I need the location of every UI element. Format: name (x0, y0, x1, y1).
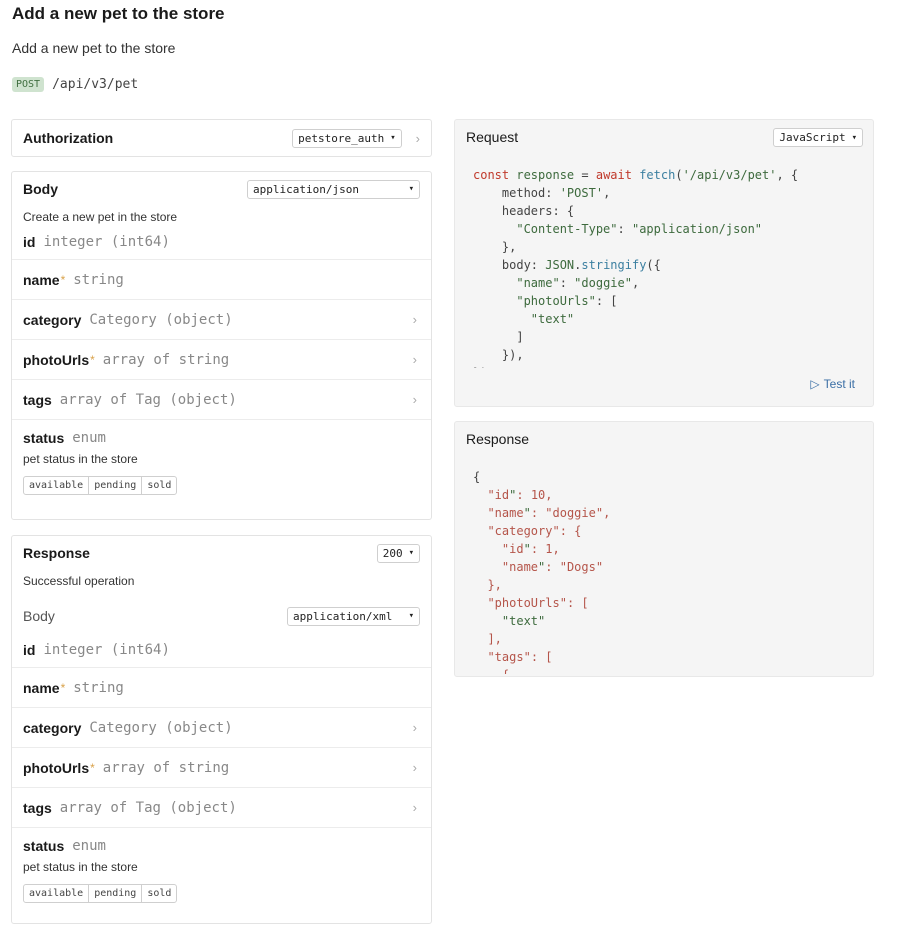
property-name: name (23, 679, 60, 696)
property-name: status (23, 430, 65, 446)
property-row-id: id integer (int64) (12, 224, 431, 260)
required-marker: * (90, 352, 95, 367)
endpoint: POST /api/v3/pet (12, 77, 138, 92)
request-code-block: const response = await fetch('/api/v3/pe… (473, 168, 799, 368)
chevron-right-icon[interactable]: › (413, 760, 417, 775)
status-code-select[interactable]: 200 ▾ (376, 543, 420, 563)
method-badge: POST (12, 77, 45, 92)
response-code-block: { "id": 10, "name": "doggie", "category"… (473, 470, 611, 674)
property-type: enum (72, 430, 106, 446)
body-card: Body application/json ▾ Create a new pet… (11, 171, 432, 520)
property-row-category[interactable]: category Category (object) › (12, 708, 431, 748)
property-type: array of string (102, 759, 230, 776)
property-type: array of Tag (object) (59, 391, 237, 408)
chevron-right-icon[interactable]: › (413, 392, 417, 407)
status-description: pet status in the store (23, 452, 138, 466)
endpoint-path: /api/v3/pet (52, 77, 139, 92)
chevron-down-icon: ▾ (851, 132, 857, 143)
property-name: id (23, 641, 36, 658)
language-select[interactable]: JavaScript ▾ (773, 128, 863, 147)
property-row-name: name * string (12, 668, 431, 708)
enum-chip: pending (89, 477, 143, 494)
property-type: string (73, 679, 124, 696)
property-name: tags (23, 391, 52, 408)
property-type: string (73, 271, 124, 288)
enum-chip: sold (147, 480, 172, 491)
property-row-category[interactable]: category Category (object) › (12, 300, 431, 340)
chevron-right-icon[interactable]: › (413, 312, 417, 327)
language-value: JavaScript (779, 131, 846, 144)
response-body-label: Body (23, 608, 55, 624)
property-row-photourls[interactable]: photoUrls * array of string › (12, 748, 431, 788)
chevron-right-icon[interactable]: › (413, 800, 417, 815)
chevron-right-icon[interactable]: › (413, 720, 417, 735)
property-type: Category (object) (89, 719, 233, 736)
auth-scheme-select[interactable]: petstore_auth ▾ (292, 128, 402, 148)
enum-values: available pending sold (23, 884, 178, 903)
chevron-right-icon[interactable]: › (413, 352, 417, 367)
auth-scheme-value: petstore_auth (298, 131, 385, 145)
property-type: Category (object) (89, 311, 233, 328)
required-marker: * (90, 760, 95, 775)
property-name: name (23, 271, 60, 288)
property-row-tags[interactable]: tags array of Tag (object) › (12, 788, 431, 828)
test-it-label: Test it (823, 377, 855, 391)
body-description: Create a new pet in the store (23, 210, 178, 224)
authorization-card[interactable]: Authorization petstore_auth ▾ › (11, 119, 432, 157)
response-card: Response 200 ▾ Successful operation Body… (11, 535, 432, 924)
property-name: tags (23, 799, 52, 816)
property-row-tags[interactable]: tags array of Tag (object) › (12, 380, 431, 420)
property-type: array of string (102, 351, 230, 368)
body-content-type-value: application/json (253, 182, 359, 196)
body-content-type-select[interactable]: application/json ▾ (247, 179, 420, 199)
response-code-panel: Response { "id": 10, "name": "doggie", "… (454, 421, 874, 677)
property-name: status (23, 838, 65, 854)
response-title: Response (23, 545, 90, 561)
request-panel-title: Request (466, 129, 519, 145)
property-row-status: status enum pet status in the store avai… (12, 420, 431, 495)
response-content-type-value: application/xml (293, 609, 393, 623)
authorization-title: Authorization (23, 130, 114, 146)
property-name: photoUrls (23, 351, 90, 368)
chevron-down-icon: ▾ (390, 133, 396, 143)
status-code-value: 200 (382, 546, 403, 560)
chevron-down-icon: ▾ (408, 611, 414, 621)
property-row-name: name * string (12, 260, 431, 300)
required-marker: * (60, 272, 66, 287)
property-row-id: id integer (int64) (12, 632, 431, 668)
property-type: integer (int64) (43, 233, 170, 250)
enum-chip: pending (89, 885, 143, 902)
property-name: photoUrls (23, 759, 90, 776)
body-title: Body (23, 181, 58, 197)
test-it-button[interactable]: ▷ Test it (810, 377, 855, 391)
enum-chip: sold (147, 888, 172, 899)
chevron-down-icon: ▾ (408, 548, 414, 558)
response-content-type-select[interactable]: application/xml ▾ (287, 606, 420, 626)
request-code-panel: Request JavaScript ▾ const response = aw… (454, 119, 874, 407)
enum-chip: available (24, 885, 90, 902)
page-title: Add a new pet to the store (12, 4, 225, 23)
play-icon: ▷ (810, 377, 820, 391)
response-panel-title: Response (466, 431, 530, 447)
property-name: id (23, 233, 36, 250)
property-type: array of Tag (object) (59, 799, 237, 816)
property-type: enum (72, 838, 106, 854)
status-description: pet status in the store (23, 860, 138, 874)
response-description: Successful operation (23, 574, 135, 588)
property-row-status: status enum pet status in the store avai… (12, 828, 431, 903)
property-type: integer (int64) (43, 641, 170, 658)
page-description: Add a new pet to the store (12, 40, 176, 56)
chevron-down-icon: ▾ (408, 184, 414, 194)
property-name: category (23, 719, 82, 736)
enum-values: available pending sold (23, 476, 178, 495)
property-row-photourls[interactable]: photoUrls * array of string › (12, 340, 431, 380)
required-marker: * (60, 680, 66, 695)
chevron-right-icon[interactable]: › (416, 131, 420, 146)
property-name: category (23, 311, 82, 328)
enum-chip: available (24, 477, 90, 494)
